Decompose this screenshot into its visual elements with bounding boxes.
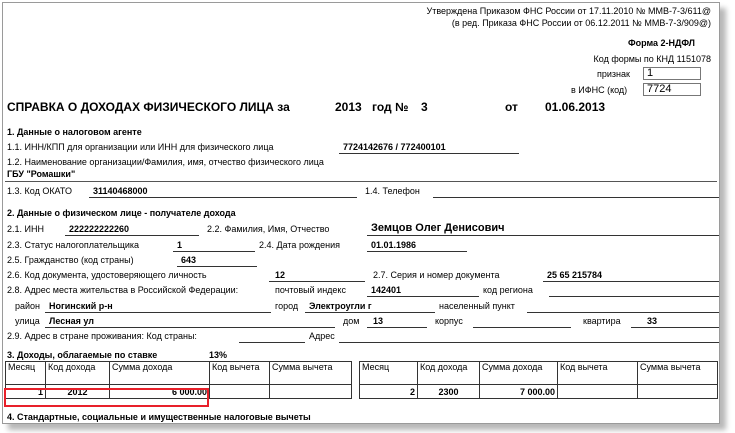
person-inn-value: 222222222260	[69, 224, 130, 234]
fio-label: 2.2. Фамилия, Имя, Отчество	[207, 224, 330, 234]
col-deduction-amount: Сумма вычета	[269, 361, 352, 385]
doc-code-label: 2.6. Код документа, удостоверяющего личн…	[7, 270, 207, 280]
highlight-box	[4, 388, 209, 407]
section4-heading: 4. Стандартные, социальные и имущественн…	[7, 412, 311, 422]
foreign-address-label: Адрес	[309, 331, 335, 341]
ifns-label: в ИФНС (код)	[571, 85, 628, 95]
col-month: Месяц	[359, 361, 418, 385]
col-deduction-code: Код вычета	[557, 361, 638, 385]
page-title: СПРАВКА О ДОХОДАХ ФИЗИЧЕСКОГО ЛИЦА за	[7, 100, 290, 114]
sign-field[interactable]: 1	[643, 67, 701, 80]
form-name: Форма 2-НДФЛ	[627, 38, 695, 48]
agent-name-value: ГБУ "Ромашки"	[7, 169, 76, 179]
row-income-amount: 7 000.00	[479, 384, 558, 399]
fio-value: Земцов Олег Денисович	[371, 222, 505, 234]
citizenship-label: 2.5. Гражданство (код страны)	[7, 255, 134, 265]
doc-series-label: 2.7. Серия и номер документа	[373, 270, 500, 280]
col-deduction-code: Код вычета	[209, 361, 270, 385]
section1-heading: 1. Данные о налоговом агенте	[7, 127, 142, 137]
agent-inn-value: 7724142676 / 772400101	[343, 142, 446, 152]
zip-label: почтовый индекс	[275, 285, 346, 295]
table-row[interactable]: 2 2300 7 000.00	[359, 384, 718, 399]
section3-heading: 3. Доходы, облагаемые по ставке	[7, 350, 158, 360]
report-number: 3	[421, 100, 428, 114]
zip-value: 142401	[371, 285, 402, 295]
settlement-label: населенный пункт	[439, 301, 515, 311]
house-label: дом	[343, 316, 360, 326]
row-deduction-amount	[637, 384, 718, 399]
okato-value: 31140468000	[93, 186, 148, 196]
foreign-label: 2.9. Адрес в стране проживания: Код стра…	[7, 331, 197, 341]
sign-label: признак	[597, 69, 630, 79]
ifns-field[interactable]: 7724	[643, 83, 701, 96]
doc-series-value: 25 65 215784	[547, 270, 603, 280]
report-date: 01.06.2013	[545, 100, 606, 114]
edition-line: (в ред. Приказа ФНС России от 06.12.2011…	[451, 18, 711, 28]
flat-label: квартира	[583, 316, 621, 326]
col-income-code: Код дохода	[45, 361, 110, 385]
status-value: 1	[177, 240, 183, 250]
agent-name-label: 1.2. Наименование организации/Фамилия, и…	[7, 157, 324, 167]
birth-label: 2.4. Дата рождения	[259, 240, 340, 250]
col-month: Месяц	[5, 361, 46, 385]
agent-inn-label: 1.1. ИНН/КПП для организации или ИНН для…	[7, 142, 274, 152]
birth-value: 01.01.1986	[371, 240, 417, 250]
col-income-amount: Сумма дохода	[479, 361, 558, 385]
region-label: код региона	[483, 285, 533, 295]
address-label: 2.8. Адрес места жительства в Российской…	[7, 285, 239, 295]
ndfl-form-sheet: Утверждена Приказом ФНС России от 17.11.…	[2, 2, 720, 424]
section2-heading: 2. Данные о физическом лице - получателе…	[7, 208, 236, 218]
street-label: улица	[15, 316, 40, 326]
district-value: Ногинский р-н	[49, 301, 113, 311]
city-value: Электроугли г	[309, 301, 372, 311]
district-label: район	[15, 301, 41, 311]
income-table-right: Месяц Код дохода Сумма дохода Код вычета…	[359, 361, 718, 399]
year-number-label: год №	[372, 100, 409, 114]
report-year: 2013	[335, 100, 362, 114]
row-deduction-code	[557, 384, 638, 399]
col-deduction-amount: Сумма вычета	[637, 361, 718, 385]
doc-code-value: 12	[275, 270, 286, 280]
col-income-amount: Сумма дохода	[109, 361, 210, 385]
block-label: корпус	[435, 316, 463, 326]
city-label: город	[275, 301, 299, 311]
row-month: 2	[359, 384, 418, 399]
col-income-code: Код дохода	[417, 361, 480, 385]
flat-value: 33	[647, 316, 658, 326]
phone-label: 1.4. Телефон	[365, 186, 420, 196]
approved-line: Утверждена Приказом ФНС России от 17.11.…	[426, 6, 711, 16]
row-deduction-amount	[269, 384, 352, 399]
house-value: 13	[373, 316, 384, 326]
row-income-code: 2300	[417, 384, 480, 399]
citizenship-value: 643	[181, 255, 197, 265]
status-label: 2.3. Статус налогоплательщика	[7, 240, 140, 250]
date-from-label: от	[505, 100, 518, 114]
row-deduction-code	[209, 384, 270, 399]
person-inn-label: 2.1. ИНН	[7, 224, 44, 234]
street-value: Лесная ул	[49, 316, 95, 326]
knd-label: Код формы по КНД 1151078	[593, 54, 711, 64]
okato-label: 1.3. Код ОКАТО	[7, 186, 72, 196]
tax-rate: 13%	[209, 350, 228, 360]
